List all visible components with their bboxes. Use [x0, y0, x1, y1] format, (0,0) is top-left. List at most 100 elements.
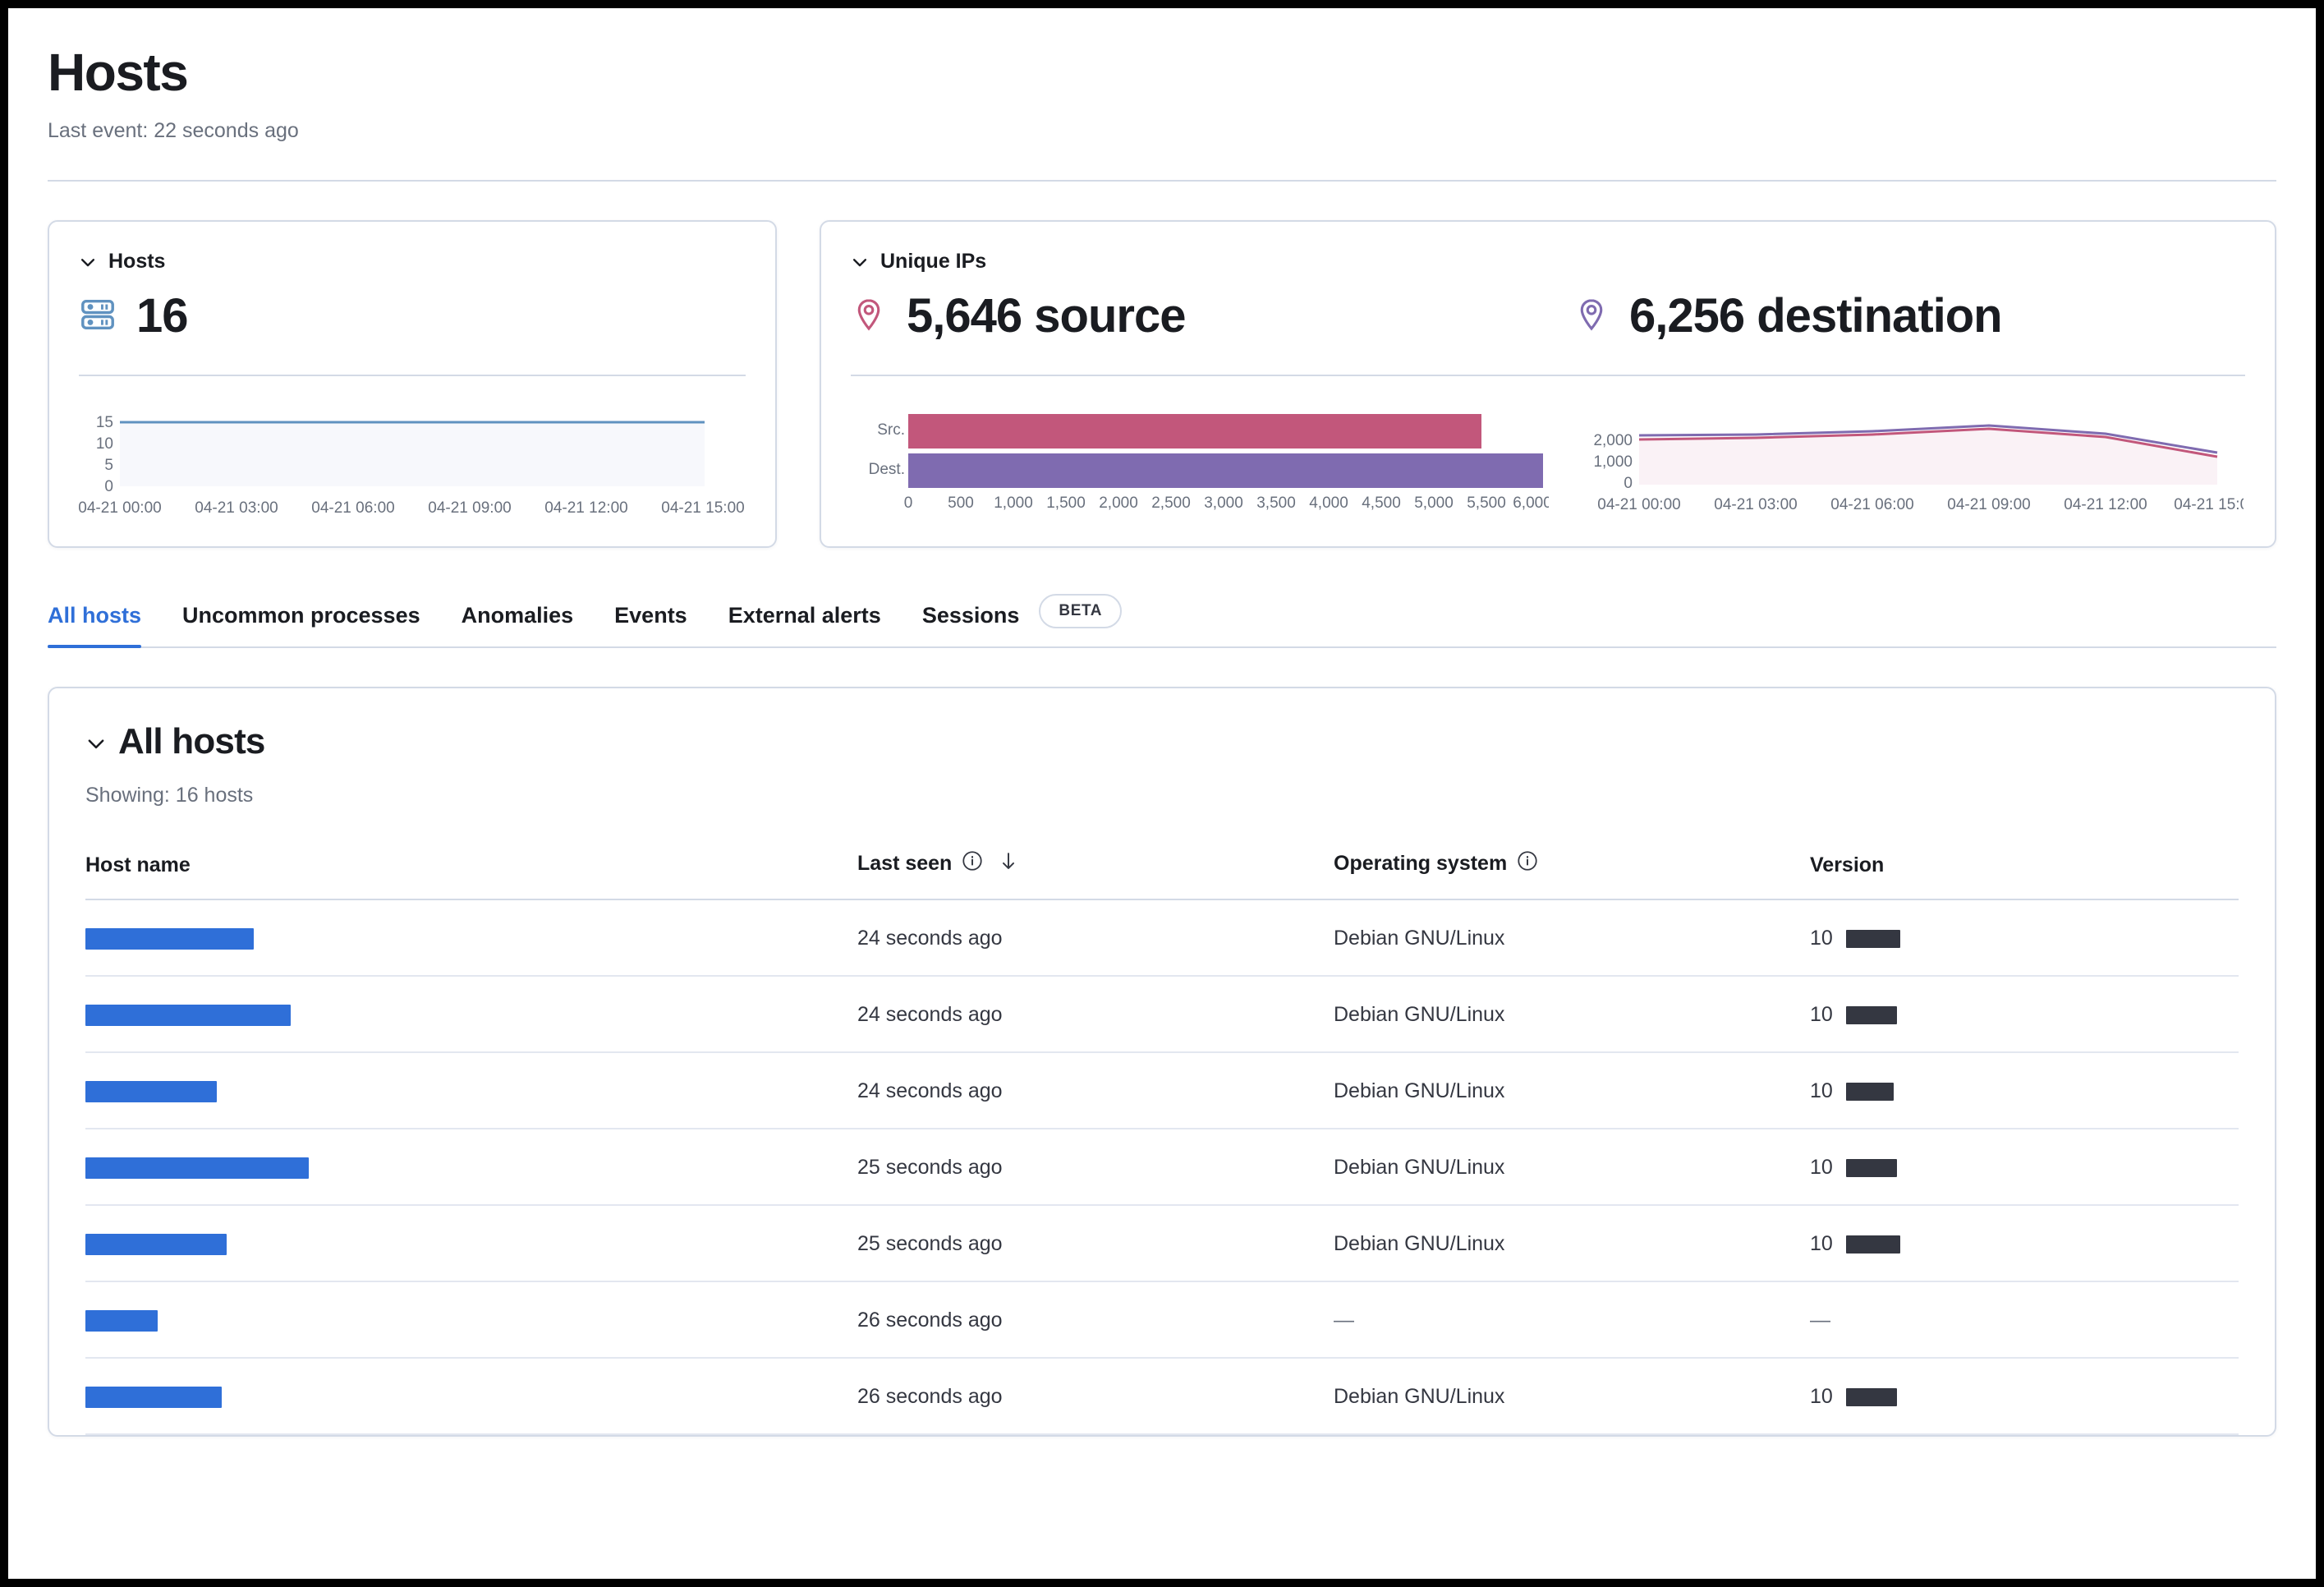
- xtick-4: 04-21 12:00: [544, 499, 627, 517]
- xtick-1000: 1,000: [994, 494, 1033, 512]
- version-number: 10: [1810, 1385, 1833, 1409]
- ytick-10: 10: [96, 435, 113, 453]
- all-hosts-panel: All hosts Showing: 16 hosts Host name La…: [48, 687, 2276, 1437]
- xtick-4500: 4,500: [1362, 494, 1401, 512]
- cell-last-seen: 26 seconds ago: [857, 1281, 1334, 1358]
- server-icon: [79, 296, 117, 338]
- host-name-link[interactable]: [85, 1234, 227, 1255]
- column-header-version[interactable]: Version: [1810, 850, 2239, 899]
- destination-ips-count: 6,256 destination: [1629, 292, 2002, 342]
- tab-sessions[interactable]: Sessions: [922, 603, 1020, 646]
- cell-host-name[interactable]: [85, 899, 857, 976]
- host-name-link[interactable]: [85, 1081, 217, 1102]
- xtick-500: 500: [948, 494, 974, 512]
- column-header-last-seen[interactable]: Last seen: [857, 850, 1334, 899]
- host-name-link[interactable]: [85, 1310, 158, 1332]
- app-screen: Hosts Last event: 22 seconds ago Hosts: [8, 8, 2316, 1579]
- ytick-2000: 2,000: [1593, 432, 1633, 449]
- cell-last-seen: 24 seconds ago: [857, 976, 1334, 1052]
- destination-ips-stat: 6,256 destination: [1573, 292, 2245, 342]
- unique-ips-card-header[interactable]: Unique IPs: [851, 250, 2245, 274]
- host-name-link[interactable]: [85, 1005, 291, 1026]
- info-icon[interactable]: [962, 850, 983, 877]
- tab-all-hosts[interactable]: All hosts: [48, 603, 141, 646]
- xtick-6000: 6,000: [1513, 494, 1549, 512]
- info-icon[interactable]: [1517, 850, 1538, 877]
- all-hosts-panel-header[interactable]: All hosts: [85, 721, 2239, 762]
- chevron-down-icon[interactable]: [85, 733, 103, 751]
- cell-last-seen: 24 seconds ago: [857, 899, 1334, 976]
- column-label-operating-system: Operating system: [1334, 852, 1507, 876]
- host-name-link[interactable]: [85, 1387, 222, 1408]
- ytick-5: 5: [104, 457, 113, 474]
- column-header-host-name[interactable]: Host name: [85, 850, 857, 899]
- chevron-down-icon[interactable]: [79, 253, 97, 271]
- all-hosts-showing-count: Showing: 16 hosts: [85, 784, 2239, 807]
- table-row: 26 seconds agoDebian GNU/Linux10: [85, 1358, 2239, 1434]
- hosts-card-header[interactable]: Hosts: [79, 250, 746, 274]
- cell-host-name[interactable]: [85, 1358, 857, 1434]
- xtick-0: 04-21 00:00: [79, 499, 162, 517]
- xtick-2500: 2,500: [1151, 494, 1191, 512]
- host-name-link[interactable]: [85, 1157, 309, 1179]
- host-name-link[interactable]: [85, 928, 254, 950]
- xtick-3000: 3,000: [1204, 494, 1243, 512]
- cell-version: 10: [1810, 899, 2239, 976]
- xtick-2: 04-21 06:00: [311, 499, 394, 517]
- version-codename-redacted: [1846, 1235, 1900, 1254]
- tab-uncommon-processes[interactable]: Uncommon processes: [182, 603, 420, 646]
- unique-ips-card: Unique IPs 5,646 source: [820, 220, 2276, 548]
- hosts-count: 16: [136, 292, 188, 342]
- table-row: 24 seconds agoDebian GNU/Linux10: [85, 899, 2239, 976]
- chevron-down-icon[interactable]: [851, 253, 869, 271]
- source-ips-stat: 5,646 source: [851, 292, 1573, 342]
- map-pin-icon: [1573, 297, 1610, 337]
- ytick-0: 0: [104, 478, 113, 495]
- bar-dest: [908, 453, 1543, 488]
- cell-host-name[interactable]: [85, 1052, 857, 1129]
- cell-version: —: [1810, 1281, 2239, 1358]
- cell-version: 10: [1810, 1358, 2239, 1434]
- summary-cards-row: Hosts: [8, 182, 2316, 548]
- sort-descending-icon[interactable]: [998, 850, 1019, 877]
- cell-host-name[interactable]: [85, 1129, 857, 1205]
- xtick-0: 04-21 00:00: [1597, 496, 1680, 513]
- xtick-2: 04-21 06:00: [1830, 496, 1913, 513]
- table-row: 25 seconds agoDebian GNU/Linux10: [85, 1205, 2239, 1281]
- unique-ips-line-chart: 2,000 1,000 0 04-21 00:00 04-21 03:00: [1573, 409, 2245, 518]
- xtick-0: 0: [904, 494, 913, 512]
- cell-last-seen: 25 seconds ago: [857, 1129, 1334, 1205]
- bar-label-dest: Dest.: [869, 461, 905, 478]
- map-pin-icon: [851, 297, 887, 337]
- xtick-5: 04-21 15:00: [661, 499, 744, 517]
- cell-host-name[interactable]: [85, 1281, 857, 1358]
- cell-host-name[interactable]: [85, 1205, 857, 1281]
- version-codename-redacted: [1846, 930, 1900, 948]
- column-header-operating-system[interactable]: Operating system: [1334, 850, 1810, 899]
- hosts-table: Host name Last seen: [85, 850, 2239, 1435]
- table-row: 25 seconds agoDebian GNU/Linux10: [85, 1129, 2239, 1205]
- unique-ips-stats: 5,646 source 6,256 destination: [851, 292, 2245, 342]
- xtick-3: 04-21 09:00: [1947, 496, 2030, 513]
- cell-operating-system: Debian GNU/Linux: [1334, 1358, 1810, 1434]
- xtick-2000: 2,000: [1099, 494, 1138, 512]
- cell-host-name[interactable]: [85, 976, 857, 1052]
- tab-external-alerts[interactable]: External alerts: [728, 603, 881, 646]
- hosts-sparkline-chart: 15 10 5 0 04-21 00:00 04-21 03:00 04-21 …: [79, 376, 746, 522]
- bar-label-src: Src.: [877, 421, 905, 439]
- cell-last-seen: 26 seconds ago: [857, 1358, 1334, 1434]
- cell-version: 10: [1810, 1205, 2239, 1281]
- tab-anomalies[interactable]: Anomalies: [462, 603, 574, 646]
- xtick-3: 04-21 09:00: [428, 499, 511, 517]
- column-label-host-name: Host name: [85, 853, 191, 877]
- xtick-3500: 3,500: [1256, 494, 1296, 512]
- page-header: Hosts Last event: 22 seconds ago: [8, 8, 2316, 143]
- tab-events[interactable]: Events: [614, 603, 687, 646]
- unique-ips-card-label: Unique IPs: [880, 250, 986, 274]
- cell-operating-system: Debian GNU/Linux: [1334, 1129, 1810, 1205]
- last-event-status: Last event: 22 seconds ago: [48, 119, 2316, 143]
- xtick-1: 04-21 03:00: [195, 499, 278, 517]
- all-hosts-title: All hosts: [118, 721, 265, 762]
- ytick-15: 15: [96, 414, 113, 431]
- cell-version: 10: [1810, 1052, 2239, 1129]
